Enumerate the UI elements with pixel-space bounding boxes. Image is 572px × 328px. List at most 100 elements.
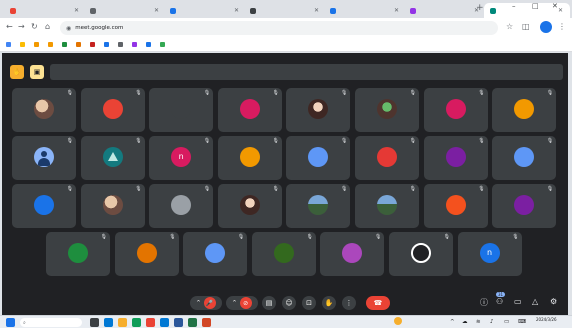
reload-icon[interactable]: ↻ [31, 22, 38, 31]
bookmark-item[interactable] [62, 42, 69, 47]
more-options-button[interactable]: ⋮ [342, 296, 356, 310]
battery-icon[interactable]: ▭ [504, 319, 509, 325]
app-icon-excel[interactable] [188, 318, 197, 327]
participant-tile[interactable]: 🎙 [355, 136, 419, 180]
bookmark-item[interactable] [104, 42, 111, 47]
present-button[interactable]: ⊡ [302, 296, 316, 310]
taskbar-search[interactable]: ⌕ [20, 318, 82, 327]
participant-tile[interactable]: 🎙 [149, 184, 214, 228]
tab-close-icon[interactable]: ✕ [234, 7, 242, 14]
hand-icon[interactable]: ✋ [10, 65, 24, 79]
info-icon[interactable]: ⓘ [480, 297, 488, 308]
people-icon[interactable]: ⚇ [496, 297, 503, 306]
participant-tile[interactable]: 🎙 [492, 88, 557, 132]
bookmark-item[interactable] [6, 42, 13, 47]
raise-hand-button[interactable]: ✋ [322, 296, 336, 310]
participant-tile[interactable]: 🎙 n [457, 232, 522, 276]
browser-tab[interactable]: ✕ [244, 3, 322, 18]
app-icon-teams[interactable] [104, 318, 113, 327]
volume-icon[interactable]: ♪ [490, 319, 494, 325]
browser-tab[interactable]: ✕ [404, 3, 482, 18]
forward-icon[interactable]: → [18, 22, 25, 31]
site-info-icon[interactable]: ◉ [66, 25, 71, 32]
bookmark-item[interactable] [146, 42, 153, 47]
home-icon[interactable]: ⌂ [45, 22, 50, 31]
participant-tile[interactable]: 🎙 [492, 184, 557, 228]
participant-tile[interactable]: 🎙 [114, 232, 179, 276]
bookmark-item[interactable] [90, 42, 97, 47]
windows-start-icon[interactable] [6, 318, 15, 327]
participant-tile[interactable]: 🎙 [46, 232, 110, 276]
participant-tile[interactable]: 🎙 [492, 136, 557, 180]
participant-tile[interactable]: 🎙 [183, 232, 248, 276]
cloud-icon[interactable]: ☁ [462, 319, 468, 325]
bookmark-item[interactable] [48, 42, 55, 47]
bookmark-item[interactable] [160, 42, 167, 47]
browser-tab[interactable]: ✕ [4, 3, 82, 18]
back-icon[interactable]: ← [6, 22, 13, 31]
participant-tile[interactable]: 🎙 [217, 88, 282, 132]
app-icon-folder[interactable] [118, 318, 127, 327]
plus-icon[interactable]: + [476, 3, 484, 13]
participant-tile[interactable]: 🎙 [12, 88, 76, 132]
tab-close-icon[interactable]: ✕ [74, 7, 82, 14]
bookmark-item[interactable] [76, 42, 83, 47]
menu-dots-icon[interactable]: ⋮ [558, 22, 566, 31]
chevron-up-icon[interactable]: ^ [450, 319, 455, 325]
address-bar[interactable]: ◉ meet.google.com [60, 21, 498, 35]
participant-tile[interactable]: 🎙 [149, 88, 214, 132]
ime-icon[interactable]: ⌨ [518, 319, 526, 325]
app-icon-store[interactable] [160, 318, 169, 327]
chat-icon[interactable]: ▭ [514, 297, 522, 306]
participant-tile[interactable]: 🎙 [12, 136, 76, 180]
participant-tile[interactable]: 🎙 [286, 136, 351, 180]
participant-tile[interactable]: 🎙 [355, 184, 419, 228]
participant-tile[interactable]: 🎙 [12, 184, 76, 228]
network-icon[interactable]: ≋ [476, 319, 481, 325]
maximize-icon[interactable]: □ [532, 2, 539, 10]
tab-close-icon[interactable]: ✕ [558, 7, 566, 14]
participant-tile[interactable]: 🎙 [423, 88, 488, 132]
tab-close-icon[interactable]: ✕ [314, 7, 322, 14]
minimize-icon[interactable]: – [512, 2, 516, 10]
participant-tile[interactable]: 🎙 [80, 136, 145, 180]
app-icon-edge[interactable] [132, 318, 141, 327]
participant-tile[interactable]: 🎙 [286, 184, 351, 228]
bookmark-item[interactable] [132, 42, 139, 47]
browser-tab[interactable]: ✕ [84, 3, 162, 18]
bookmark-item[interactable] [118, 42, 125, 47]
activities-icon[interactable]: △ [532, 297, 538, 306]
weather-widget[interactable] [394, 317, 404, 325]
tab-close-icon[interactable]: ✕ [154, 7, 162, 14]
app-icon-powerpoint[interactable] [202, 318, 211, 327]
participant-tile[interactable]: 🎙 [355, 88, 419, 132]
pin-icon[interactable]: ▣ [30, 65, 44, 79]
emoji-button[interactable]: ☺ [282, 296, 296, 310]
participant-tile[interactable]: 🎙 [80, 88, 145, 132]
participant-tile[interactable]: 🎙 [217, 136, 282, 180]
task-view-icon[interactable] [90, 318, 99, 327]
bookmark-item[interactable] [20, 42, 27, 47]
star-icon[interactable]: ☆ [506, 22, 513, 31]
host-controls-icon[interactable]: ⚙ [550, 297, 557, 306]
system-clock[interactable]: 2024/3/26 [536, 317, 557, 322]
tab-close-icon[interactable]: ✕ [394, 7, 402, 14]
mic-button[interactable]: ^ 🎤 [190, 296, 222, 310]
participant-tile[interactable]: 🎙 [423, 136, 488, 180]
participant-tile[interactable]: 🎙 n [149, 136, 214, 180]
close-window-icon[interactable]: ✕ [552, 2, 558, 10]
profile-avatar[interactable] [540, 21, 552, 33]
app-icon-chrome[interactable] [146, 318, 155, 327]
app-icon-word[interactable] [174, 318, 183, 327]
browser-tab[interactable]: ✕ [324, 3, 402, 18]
participant-tile[interactable]: 🎙 [286, 88, 351, 132]
participant-tile[interactable]: 🎙 [320, 232, 385, 276]
participant-tile[interactable]: 🎙 [217, 184, 282, 228]
camera-button[interactable]: ^ ⊘ [226, 296, 258, 310]
participant-tile[interactable]: 🎙 [251, 232, 316, 276]
captions-button[interactable]: ▤ [262, 296, 276, 310]
leave-call-button[interactable]: ☎ [366, 296, 390, 310]
bookmark-item[interactable] [34, 42, 41, 47]
browser-tab[interactable]: ✕ [164, 3, 242, 18]
participant-tile[interactable]: 🎙 [80, 184, 145, 228]
